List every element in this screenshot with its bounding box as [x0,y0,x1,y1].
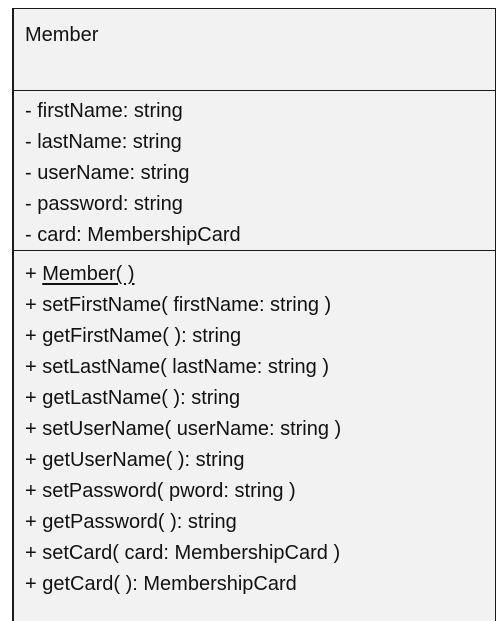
attributes-compartment: - firstName: string - lastName: string -… [14,91,495,251]
operation-signature: setCard( card: MembershipCard ) [42,542,341,564]
class-name-compartment: Member [14,9,495,91]
operation-signature: getFirstName( ): string [42,325,242,347]
operation-signature: getUserName( ): string [42,449,245,471]
operation-set-user-name: + setUserName( userName: string ) [25,414,495,445]
operation-visibility: + [25,511,37,533]
operation-visibility: + [25,387,37,409]
operation-visibility: + [25,294,37,316]
operation-get-password: + getPassword( ): string [25,507,495,538]
operation-get-first-name: + getFirstName( ): string [25,321,495,352]
uml-class-box: Member - firstName: string - lastName: s… [12,8,496,621]
operation-signature: setFirstName( firstName: string ) [42,294,332,316]
operation-signature: getPassword( ): string [42,511,237,533]
attribute-password: - password: string [25,193,183,215]
operation-get-user-name: + getUserName( ): string [25,445,495,476]
attribute-last-name: - lastName: string [25,131,182,153]
operation-set-last-name: + setLastName( lastName: string ) [25,352,495,383]
operation-signature: setUserName( userName: string ) [42,418,342,440]
operation-signature: getCard( ): MembershipCard [42,573,297,595]
operation-set-password: + setPassword( pword: string ) [25,476,495,507]
operation-visibility: + [25,542,37,564]
operation-signature: setLastName( lastName: string ) [42,356,330,378]
attribute-card: - card: MembershipCard [25,224,241,246]
class-name: Member [25,24,99,46]
operation-set-first-name: + setFirstName( firstName: string ) [25,290,495,321]
attribute-first-name: - firstName: string [25,100,183,122]
operation-visibility: + [25,449,37,471]
operation-visibility: + [25,263,37,285]
operation-signature: setPassword( pword: string ) [42,480,296,502]
attribute-user-name: - userName: string [25,162,190,184]
operation-visibility: + [25,418,37,440]
operation-constructor: + Member( ) [25,259,495,290]
operation-visibility: + [25,356,37,378]
operation-visibility: + [25,573,37,595]
operation-visibility: + [25,325,37,347]
operation-signature: Member( ) [42,263,135,285]
operation-set-card: + setCard( card: MembershipCard ) [25,538,495,569]
operation-get-last-name: + getLastName( ): string [25,383,495,414]
operation-signature: getLastName( ): string [42,387,241,409]
operation-visibility: + [25,480,37,502]
operations-compartment: + Member( ) + setFirstName( firstName: s… [14,251,495,600]
operation-get-card: + getCard( ): MembershipCard [25,569,495,600]
